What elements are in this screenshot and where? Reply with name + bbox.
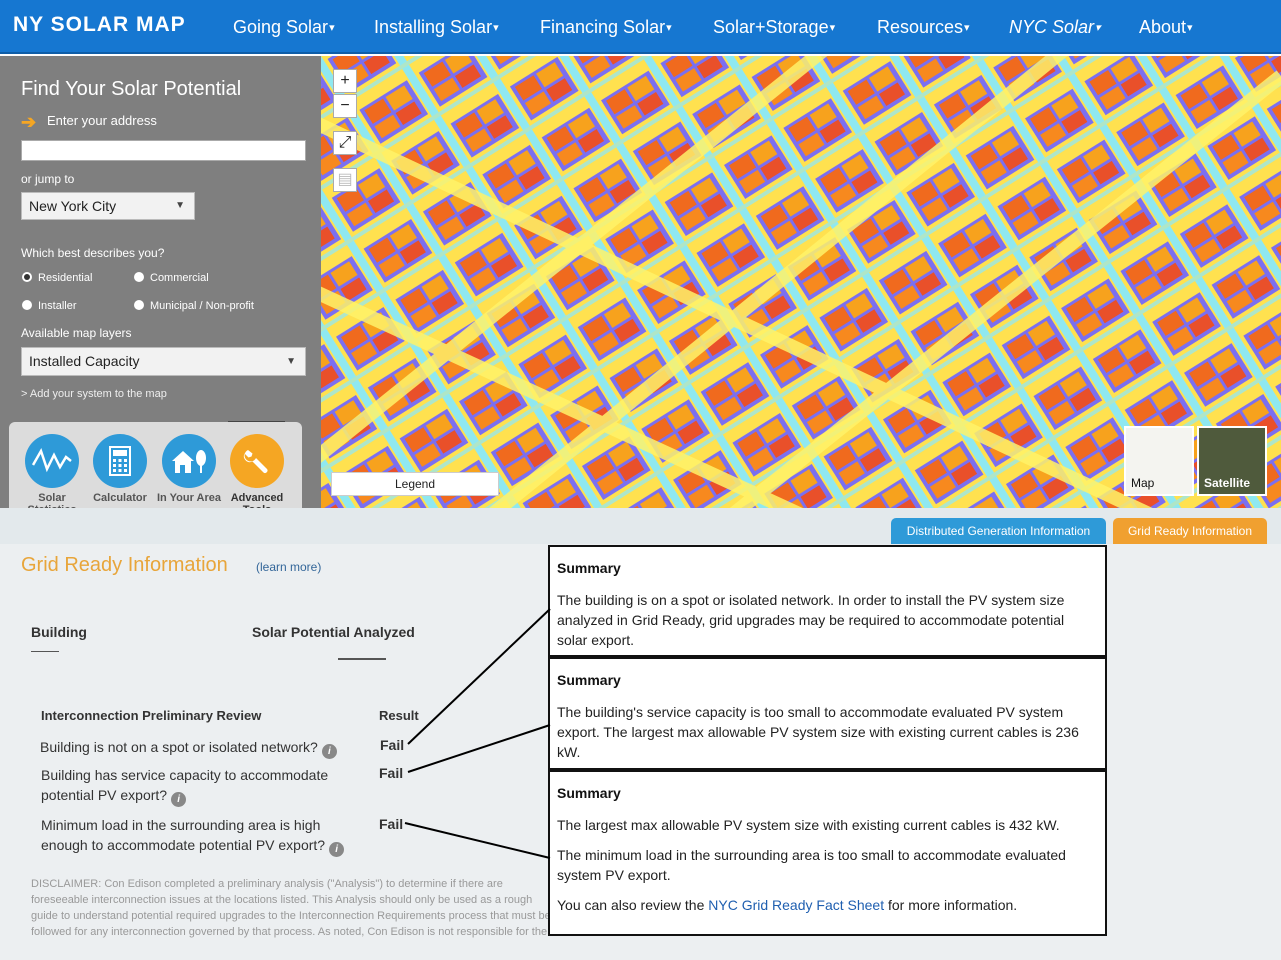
active-tab-underline xyxy=(338,658,386,660)
chevron-down-icon: ▾ xyxy=(1095,22,1101,34)
summary-text: The building is on a spot or isolated ne… xyxy=(557,592,1065,648)
layers-select-value: Installed Capacity xyxy=(29,353,140,369)
dropdown-arrow-icon: ▼ xyxy=(286,356,296,367)
learn-more-link[interactable]: (learn more) xyxy=(256,560,321,574)
radio-selected-icon xyxy=(22,272,32,282)
arrow-right-icon: ➔ xyxy=(21,112,37,132)
tool-solar-statistics[interactable]: Solar Statistics xyxy=(20,434,84,516)
radio-municipal[interactable]: Municipal / Non-profit xyxy=(134,300,254,312)
summary-text: The largest max allowable PV system size… xyxy=(557,817,1060,833)
jump-select-value: New York City xyxy=(29,198,117,214)
nav-installing-solar[interactable]: Installing Solar▾ xyxy=(374,17,499,38)
tool-advanced-tools[interactable]: Advanced Tools xyxy=(226,434,288,516)
chevron-down-icon: ▾ xyxy=(329,22,335,34)
solar-heatmap[interactable]: + − ⤢ ▤ Legend Map Satellite xyxy=(321,56,1281,508)
nav-about[interactable]: About▾ xyxy=(1139,17,1193,38)
result-header: Result xyxy=(379,708,419,723)
add-system-link[interactable]: > Add your system to the map xyxy=(21,388,167,400)
nav-resources[interactable]: Resources▾ xyxy=(877,17,970,38)
tool-in-your-area[interactable]: In Your Area xyxy=(152,434,226,504)
nav-solar-storage[interactable]: Solar+Storage▾ xyxy=(713,17,835,38)
nav-financing-solar[interactable]: Financing Solar▾ xyxy=(540,17,672,38)
wrench-icon xyxy=(230,434,284,488)
radio-icon xyxy=(134,300,144,310)
legend-button[interactable]: Legend xyxy=(331,472,499,496)
fact-sheet-link[interactable]: NYC Grid Ready Fact Sheet xyxy=(708,897,884,913)
summary-text: The minimum load in the surrounding area… xyxy=(557,847,1066,883)
summary-title: Summary xyxy=(557,785,621,801)
tab-grid-ready[interactable]: Grid Ready Information xyxy=(1113,518,1267,544)
basemap-satellite-toggle[interactable]: Satellite xyxy=(1197,426,1267,496)
summary-box-capacity: Summary The building's service capacity … xyxy=(548,657,1107,770)
site-logo[interactable]: NY SOLAR MAP xyxy=(13,13,186,37)
question-row: Minimum load in the surrounding area is … xyxy=(41,815,353,857)
search-sidebar: Find Your Solar Potential ➔ Enter your a… xyxy=(0,56,321,516)
address-label: Enter your address xyxy=(47,113,157,128)
top-navbar: NY SOLAR MAP Going Solar▾ Installing Sol… xyxy=(0,0,1281,54)
fullscreen-icon[interactable]: ⤢ xyxy=(333,131,357,155)
summary-title: Summary xyxy=(557,560,621,576)
info-icon[interactable]: i xyxy=(171,792,187,807)
radio-icon xyxy=(134,272,144,282)
result-value: Fail xyxy=(380,737,405,753)
jump-select[interactable]: New York City ▼ xyxy=(21,192,195,220)
info-tab-strip: Distributed Generation Information Grid … xyxy=(0,508,1281,544)
summary-box-minimum-load: Summary The largest max allowable PV sys… xyxy=(548,770,1107,936)
summary-box-network: Summary The building is on a spot or iso… xyxy=(548,545,1107,657)
page-title: Grid Ready Information xyxy=(21,554,228,576)
nav-going-solar[interactable]: Going Solar▾ xyxy=(233,17,335,38)
tab-building[interactable]: Building xyxy=(31,624,87,640)
basemap-map-toggle[interactable]: Map xyxy=(1124,426,1194,496)
disclaimer-text: DISCLAIMER: Con Edison completed a preli… xyxy=(31,878,551,938)
jump-label: or jump to xyxy=(21,172,75,186)
info-icon[interactable]: i xyxy=(329,842,345,857)
address-input[interactable] xyxy=(21,140,306,161)
tab-distributed-generation[interactable]: Distributed Generation Information xyxy=(891,518,1106,544)
info-icon[interactable]: i xyxy=(321,744,337,759)
radio-residential[interactable]: Residential xyxy=(22,272,92,284)
calculator-icon xyxy=(93,434,147,488)
summary-review-text: You can also review the NYC Grid Ready F… xyxy=(557,897,1018,913)
house-tree-icon xyxy=(162,434,216,488)
review-header: Interconnection Preliminary Review xyxy=(41,708,262,723)
chevron-down-icon: ▾ xyxy=(666,22,672,34)
question-row: Building is not on a spot or isolated ne… xyxy=(40,737,370,759)
tab-solar-potential[interactable]: Solar Potential Analyzed xyxy=(252,624,415,640)
radio-installer[interactable]: Installer xyxy=(22,300,77,312)
tool-calculator[interactable]: Calculator xyxy=(88,434,152,504)
chevron-down-icon: ▾ xyxy=(493,22,499,34)
layers-label: Available map layers xyxy=(21,326,132,340)
summary-title: Summary xyxy=(557,672,621,688)
result-value: Fail xyxy=(379,765,404,781)
print-icon[interactable]: ▤ xyxy=(333,168,357,192)
radio-commercial[interactable]: Commercial xyxy=(134,272,209,284)
radio-icon xyxy=(22,300,32,310)
chevron-down-icon: ▾ xyxy=(829,22,836,34)
wave-chart-icon xyxy=(25,434,79,488)
chevron-down-icon: ▾ xyxy=(1187,22,1193,34)
describe-label: Which best describes you? xyxy=(21,246,165,260)
chevron-down-icon: ▾ xyxy=(964,22,970,34)
summary-text: The building's service capacity is too s… xyxy=(557,704,1079,760)
layers-select[interactable]: Installed Capacity ▼ xyxy=(21,347,306,376)
zoom-out-button[interactable]: − xyxy=(333,94,357,118)
question-row: Building has service capacity to accommo… xyxy=(41,767,329,807)
sidebar-title: Find Your Solar Potential xyxy=(21,78,242,100)
nav-nyc-solar[interactable]: NYC Solar▾ xyxy=(1009,17,1101,38)
divider xyxy=(31,651,59,652)
result-value: Fail xyxy=(379,816,404,832)
dropdown-arrow-icon: ▼ xyxy=(175,200,185,211)
zoom-in-button[interactable]: + xyxy=(333,69,357,93)
